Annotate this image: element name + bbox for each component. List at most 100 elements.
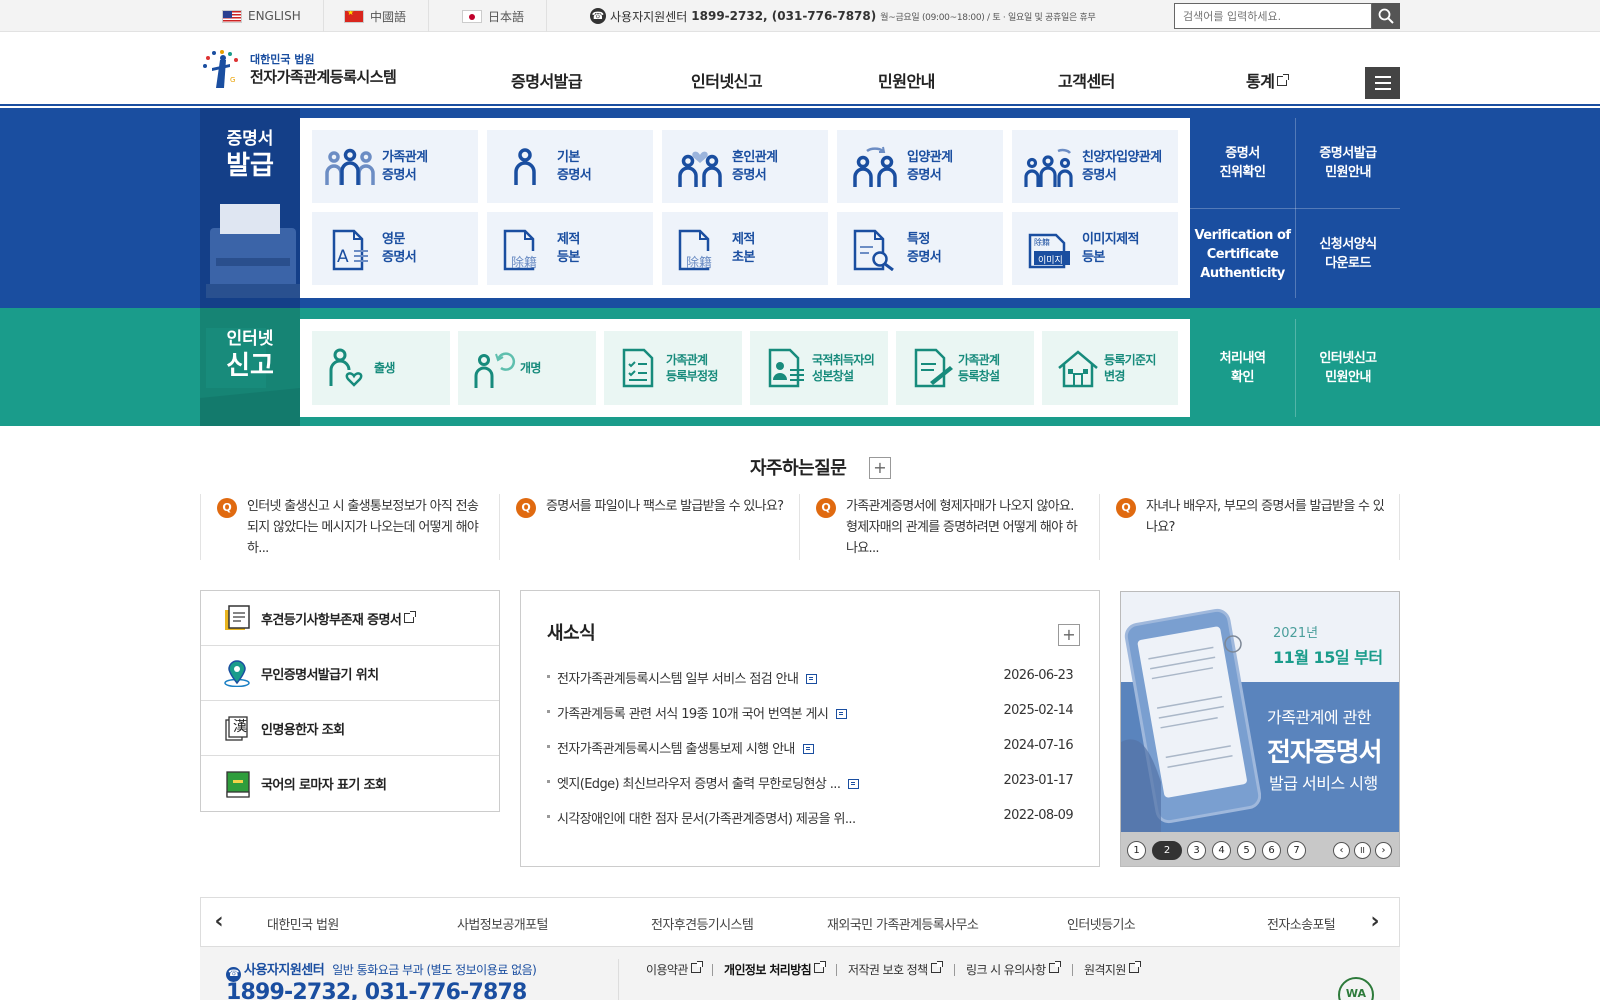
related-next-button[interactable]: › [1365, 911, 1385, 933]
banner-page-4[interactable]: 4 [1212, 841, 1231, 860]
person-icon [499, 145, 551, 189]
banner-page-3[interactable]: 3 [1187, 841, 1206, 860]
related-site-link[interactable]: 대한민국 법원 [267, 914, 339, 933]
news-item[interactable]: 시각장애인에 대한 점자 문서(가족관계증명서) 제공을 위... 2022-0… [547, 806, 1074, 828]
related-site-link[interactable]: 재외국민 가족관계등록사무소 [827, 914, 979, 933]
news-more-button[interactable]: + [1058, 624, 1080, 646]
footer-link-terms[interactable]: 이용약관 [646, 961, 703, 978]
tile-full-adoption-cert[interactable]: 친양자입양관계 증명서 [1012, 130, 1178, 203]
banner-pause-button[interactable]: II [1354, 842, 1371, 859]
language-english[interactable]: ENGLISH [200, 0, 324, 32]
news-item[interactable]: 엣지(Edge) 최신브라우저 증명서 출력 무한로딩현상 ... 2023-0… [547, 771, 1074, 793]
news-item-title: 전자가족관계등록시스템 일부 서비스 점검 안내 [557, 672, 799, 687]
language-chinese[interactable]: 中國語 [322, 0, 430, 32]
tile-marriage-cert[interactable]: 혼인관계 증명서 [662, 130, 828, 203]
tile-english-cert[interactable]: A 영문 증명서 [312, 212, 478, 285]
tile-line1: 가족관계 [958, 353, 1000, 367]
birth-icon [326, 348, 370, 388]
related-site-link[interactable]: 전자후견등기시스템 [651, 914, 754, 933]
top-utility-inner: ENGLISH 中國語 日本語 ☎ 사용자지원센터 1899-2732, (03… [200, 0, 1400, 32]
faq-title: 자주하는질문 [750, 458, 847, 479]
tile-specific-cert[interactable]: 특정 증명서 [837, 212, 1003, 285]
quick-link-kiosk-location[interactable]: 무인증명서발급기 위치 [201, 646, 499, 701]
faq-item[interactable]: Q 인터넷 출생신고 시 출생통보정보가 아직 전송되지 않았다는 메시지가 나… [200, 494, 500, 560]
related-site-link[interactable]: 사법정보공개포털 [457, 914, 548, 933]
green-book-icon [223, 770, 251, 798]
tile-removed-register-copy[interactable]: 除籍 제적 등본 [487, 212, 653, 285]
related-site-link[interactable]: 전자소송포털 [1267, 914, 1336, 933]
news-item[interactable]: 가족관계등록 관련 서식 19종 10개 국어 번역본 게시 2025-02-1… [547, 701, 1074, 723]
banner-prev-button[interactable]: ‹ [1333, 842, 1350, 859]
faq-question-badge: Q [1116, 498, 1136, 518]
certificate-title-big: 발급 [226, 151, 274, 181]
faq-more-button[interactable]: + [869, 457, 891, 479]
tile-line2: 등본 [557, 249, 580, 265]
news-title: 새소식 [547, 623, 596, 644]
faq-item[interactable]: Q 자녀나 배우자, 부모의 증명서를 발급받을 수 있나요? [1100, 494, 1400, 560]
news-item-title-wrap: 엣지(Edge) 최신브라우저 증명서 출력 무한로딩현상 ... [557, 773, 860, 792]
processing-history-link[interactable]: 처리내역 확인 [1190, 319, 1295, 417]
tile-removed-register-abstract[interactable]: 除籍 제적 초본 [662, 212, 828, 285]
search-input[interactable] [1174, 3, 1372, 29]
top-utility-bar: ENGLISH 中國語 日本語 ☎ 사용자지원센터 1899-2732, (03… [0, 0, 1600, 32]
banner-page-1[interactable]: 1 [1127, 841, 1146, 860]
nav-certificate-issue[interactable]: 증명서발급 [511, 68, 583, 92]
cert-issue-guide-link[interactable]: 증명서발급 민원안내 [1296, 118, 1400, 208]
quick-link-romanization[interactable]: 국어의 로마자 표기 조회 [201, 756, 499, 811]
banner-page-2[interactable]: 2 [1152, 841, 1182, 860]
site-logo[interactable]: G 대한민국 법원 전자가족관계등록시스템 [200, 48, 397, 92]
faq-item[interactable]: Q 증명서를 파일이나 팩스로 발급받을 수 있나요? [500, 494, 800, 560]
nav-statistics[interactable]: 통계 [1246, 68, 1290, 92]
banner-next-button[interactable]: › [1375, 842, 1392, 859]
banner-page-5[interactable]: 5 [1237, 841, 1256, 860]
footer-link-remote-support[interactable]: 원격지원 [1084, 961, 1141, 978]
banner-page-6[interactable]: 6 [1262, 841, 1281, 860]
chevron-left-icon: ‹ [214, 909, 224, 934]
tile-line2: 증명서 [382, 249, 417, 265]
attachment-icon [836, 709, 848, 719]
footer-link-privacy[interactable]: 개인정보 처리방침 [724, 961, 827, 978]
quick-link-name-hanja[interactable]: 漢 인명용한자 조회 [201, 701, 499, 756]
nav-customer-center[interactable]: 고객센터 [1058, 68, 1115, 92]
tile-registration-base-change[interactable]: 등록기준지 변경 [1042, 331, 1178, 405]
tile-adoption-cert[interactable]: 입양관계 증명서 [837, 130, 1003, 203]
promo-banner[interactable]: 2021년 11월 15일 부터 가족관계에 관한 전자증명서 발급 서비스 시… [1120, 591, 1400, 867]
tile-badge-top: 除籍 [1034, 237, 1050, 247]
document-search-icon [849, 227, 901, 271]
tile-register-creation[interactable]: 가족관계 등록창설 [896, 331, 1034, 405]
full-menu-button[interactable] [1365, 67, 1400, 99]
nav-internet-report[interactable]: 인터넷신고 [691, 68, 763, 92]
quick-link-guardianship-cert[interactable]: 후견등기사항부존재 증명서 [201, 591, 499, 646]
location-pin-icon [223, 659, 251, 688]
tile-birth-report[interactable]: 출생 [312, 331, 450, 405]
verification-english-link[interactable]: Verification of Certificate Authenticity [1190, 209, 1295, 299]
svg-text:A: A [337, 247, 349, 267]
tile-register-correction[interactable]: 가족관계 등록부정정 [604, 331, 742, 405]
news-item-date: 2025-02-14 [1003, 703, 1073, 718]
footer-link-link-notice[interactable]: 링크 시 유의사항 [966, 961, 1061, 978]
tile-naturalization-surname[interactable]: 국적취득자의 성본창설 [750, 331, 888, 405]
side-link-line2: 민원안내 [1325, 370, 1371, 385]
language-japanese[interactable]: 日本語 [440, 0, 548, 32]
tile-family-relation-cert[interactable]: 가족관계 증명서 [312, 130, 478, 203]
report-guide-link[interactable]: 인터넷신고 민원안내 [1296, 319, 1400, 417]
footer-link-copyright[interactable]: 저작권 보호 정책 [848, 961, 943, 978]
tile-rename-report[interactable]: 개명 [458, 331, 596, 405]
nav-civil-guide[interactable]: 민원안내 [878, 68, 935, 92]
form-download-link[interactable]: 신청서양식 다운로드 [1296, 209, 1400, 299]
faq-item[interactable]: Q 가족관계증명서에 형제자매가 나오지 않아요. 형제자매의 관계를 증명하려… [800, 494, 1100, 560]
related-site-link[interactable]: 인터넷등기소 [1067, 914, 1136, 933]
tile-basic-cert[interactable]: 기본 증명서 [487, 130, 653, 203]
search-button[interactable] [1372, 3, 1400, 29]
news-item[interactable]: 전자가족관계등록시스템 일부 서비스 점검 안내 2026-06-23 [547, 666, 1074, 688]
banner-page-7[interactable]: 7 [1287, 841, 1306, 860]
news-item[interactable]: 전자가족관계등록시스템 출생통보제 시행 안내 2024-07-16 [547, 736, 1074, 758]
side-link-line2: 진위확인 [1219, 165, 1266, 180]
call-center-label: 사용자지원센터 [610, 9, 688, 24]
tile-line1: 등록기준지 [1104, 353, 1156, 367]
tile-image-register-copy[interactable]: 除籍 이미지 이미지제적 등본 [1012, 212, 1178, 285]
related-prev-button[interactable]: ‹ [209, 909, 229, 934]
bullet [547, 745, 550, 748]
tile-line1: 제적 [557, 231, 580, 247]
cert-authenticity-check-link[interactable]: 증명서 진위확인 [1190, 118, 1295, 208]
